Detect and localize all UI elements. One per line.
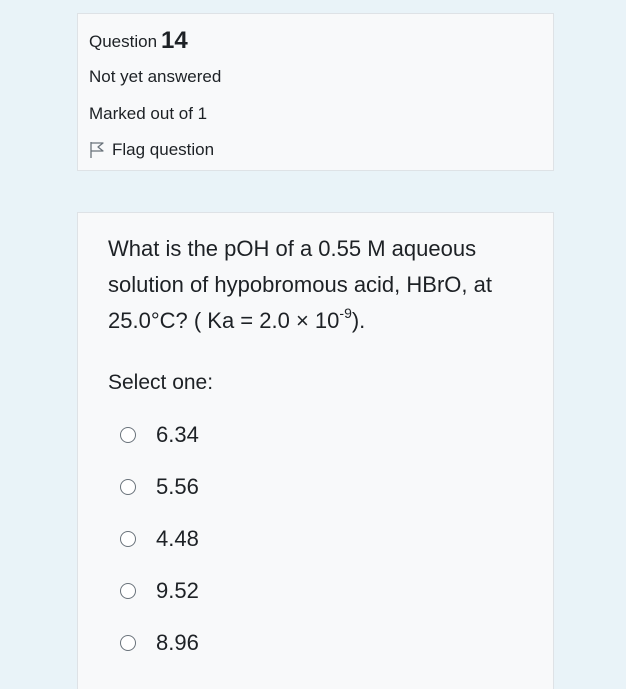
answer-label[interactable]: 5.56 [156, 474, 199, 500]
question-heading: Question 14 [89, 26, 188, 54]
radio-unchecked-icon[interactable] [120, 583, 136, 599]
question-info-panel: Question 14 Not yet answered Marked out o… [77, 13, 554, 171]
answer-label[interactable]: 8.96 [156, 630, 199, 656]
radio-unchecked-icon[interactable] [120, 531, 136, 547]
question-text: What is the pOH of a 0.55 M aqueous solu… [108, 231, 538, 339]
answer-option[interactable]: 5.56 [120, 461, 199, 513]
radio-unchecked-icon[interactable] [120, 635, 136, 651]
question-text-main: What is the pOH of a 0.55 M aqueous solu… [108, 236, 492, 333]
answer-option[interactable]: 8.96 [120, 617, 199, 669]
answer-label[interactable]: 4.48 [156, 526, 199, 552]
question-grade: Marked out of 1 [89, 104, 208, 123]
answer-option[interactable]: 9.52 [120, 565, 199, 617]
answer-option[interactable]: 4.48 [120, 513, 199, 565]
radio-unchecked-icon[interactable] [120, 427, 136, 443]
flag-icon [89, 141, 105, 159]
answer-label[interactable]: 9.52 [156, 578, 199, 604]
question-state: Not yet answered [89, 67, 222, 86]
question-text-exponent: -9 [339, 304, 352, 321]
flag-question-link[interactable]: Flag question [89, 140, 214, 160]
answer-label[interactable]: 6.34 [156, 422, 199, 448]
question-number: 14 [161, 27, 188, 54]
question-title: Question [89, 32, 158, 51]
answer-prompt: Select one: [108, 371, 214, 394]
question-content-panel: What is the pOH of a 0.55 M aqueous solu… [77, 212, 554, 689]
flag-question-label: Flag question [112, 140, 215, 159]
answer-option[interactable]: 6.34 [120, 409, 199, 461]
answer-list: 6.34 5.56 4.48 9.52 8.96 [120, 409, 199, 669]
radio-unchecked-icon[interactable] [120, 479, 136, 495]
question-text-end: ). [351, 308, 366, 333]
